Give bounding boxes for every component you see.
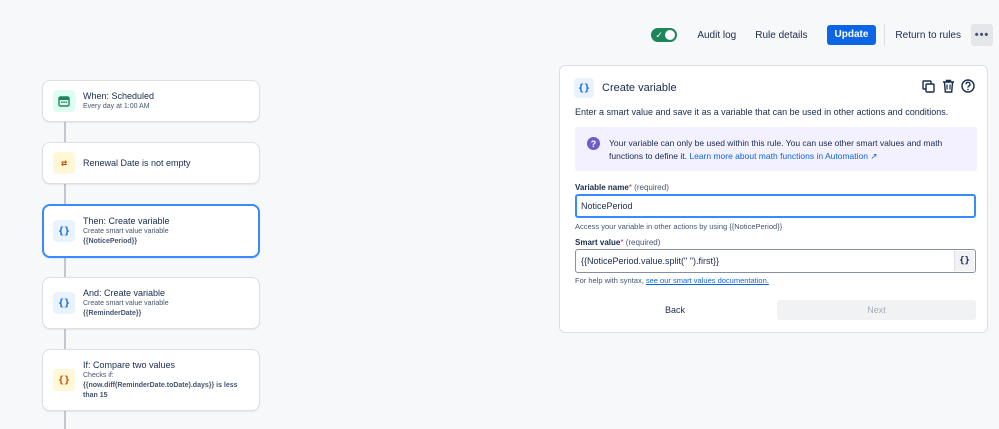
card-subtitle: Every day at 1:00 AM <box>83 103 150 110</box>
braces-icon: {} <box>574 78 594 98</box>
flow-card-compare-values[interactable]: {} If: Compare two values Checks if: {{n… <box>42 349 260 411</box>
variable-name-label: Variable name* (required) <box>575 183 669 192</box>
required-text: (required) <box>634 183 669 192</box>
update-button[interactable]: Update <box>826 25 877 45</box>
toggle-knob <box>665 30 676 40</box>
info-text: Your variable can only be used within th… <box>609 137 971 163</box>
braces-icon: {} <box>53 369 75 391</box>
help-icon[interactable] <box>961 79 975 93</box>
variable-name-help: Access your variable in other actions by… <box>575 222 783 231</box>
rule-details-button[interactable]: Rule details <box>755 30 807 41</box>
next-button[interactable]: Next <box>777 300 976 320</box>
smart-value-label: Smart value* (required) <box>575 238 660 247</box>
smart-value-input[interactable]: {{NoticePeriod.value.split(" ").first}} … <box>575 249 976 273</box>
panel-description: Enter a smart value and save it as a var… <box>575 107 949 117</box>
info-message: ? Your variable can only be used within … <box>575 127 977 171</box>
panel-title: Create variable <box>602 82 677 94</box>
question-icon: ? <box>587 137 600 150</box>
flow-card-condition-renewal[interactable]: ⇄ Renewal Date is not empty <box>42 142 260 184</box>
label-text: Variable name <box>575 183 629 192</box>
card-title: Then: Create variable <box>83 216 170 226</box>
braces-icon: {} <box>53 292 75 314</box>
card-subtitle: Create smart value variable <box>83 300 169 307</box>
panel-actions <box>915 79 975 93</box>
rule-enabled-toggle[interactable]: ✓ <box>651 28 678 42</box>
toolbar-divider <box>884 24 886 46</box>
flow-card-trigger[interactable]: When: Scheduled Every day at 1:00 AM <box>42 80 260 122</box>
label-text: Smart value <box>575 238 621 247</box>
required-star: * <box>628 183 632 192</box>
return-to-rules-button[interactable]: Return to rules <box>895 30 961 41</box>
check-icon: ✓ <box>655 30 663 40</box>
smart-values-docs-link[interactable]: see our smart values documentation. <box>646 276 769 285</box>
required-text: (required) <box>625 238 661 247</box>
shuffle-icon: ⇄ <box>53 152 75 174</box>
audit-log-button[interactable]: Audit log <box>697 30 736 41</box>
more-options-button[interactable]: ••• <box>971 24 993 46</box>
calendar-icon <box>53 90 75 112</box>
card-title: And: Create variable <box>83 288 166 298</box>
card-variable-name: {{NoticePeriod}} <box>83 238 138 245</box>
create-variable-panel: {} Create variable Enter a smart value a… <box>559 65 988 333</box>
trash-icon[interactable] <box>941 79 955 93</box>
card-title: When: Scheduled <box>83 91 155 101</box>
card-condition: {{now.diff(ReminderDate.toDate).days}} i… <box>83 382 238 399</box>
required-star: * <box>620 238 624 247</box>
card-title: Renewal Date is not empty <box>83 158 191 168</box>
smart-value-text: {{NoticePeriod.value.split(" ").first}} <box>581 256 719 266</box>
card-subtitle: Checks if: <box>83 372 114 379</box>
back-button[interactable]: Back <box>575 300 775 320</box>
smart-value-help: For help with syntax, see our smart valu… <box>575 276 769 285</box>
flow-card-create-variable-notice[interactable]: {} Then: Create variable Create smart va… <box>42 204 260 258</box>
math-functions-link[interactable]: Learn more about math functions in Autom… <box>689 151 877 161</box>
card-title: If: Compare two values <box>83 360 176 370</box>
card-variable-name: {{ReminderDate}} <box>83 310 142 317</box>
help-prefix: For help with syntax, <box>575 276 644 285</box>
flow-card-create-variable-reminder[interactable]: {} And: Create variable Create smart val… <box>42 277 260 329</box>
top-toolbar: ✓ Audit log Rule details Update Return t… <box>651 24 993 46</box>
variable-name-input[interactable]: NoticePeriod <box>575 194 976 218</box>
copy-icon[interactable] <box>921 79 935 93</box>
braces-icon: {} <box>53 220 75 242</box>
smart-value-picker-button[interactable]: {} <box>954 251 974 271</box>
panel-header: {} Create variable <box>574 78 677 98</box>
card-subtitle: Create smart value variable <box>83 228 169 235</box>
